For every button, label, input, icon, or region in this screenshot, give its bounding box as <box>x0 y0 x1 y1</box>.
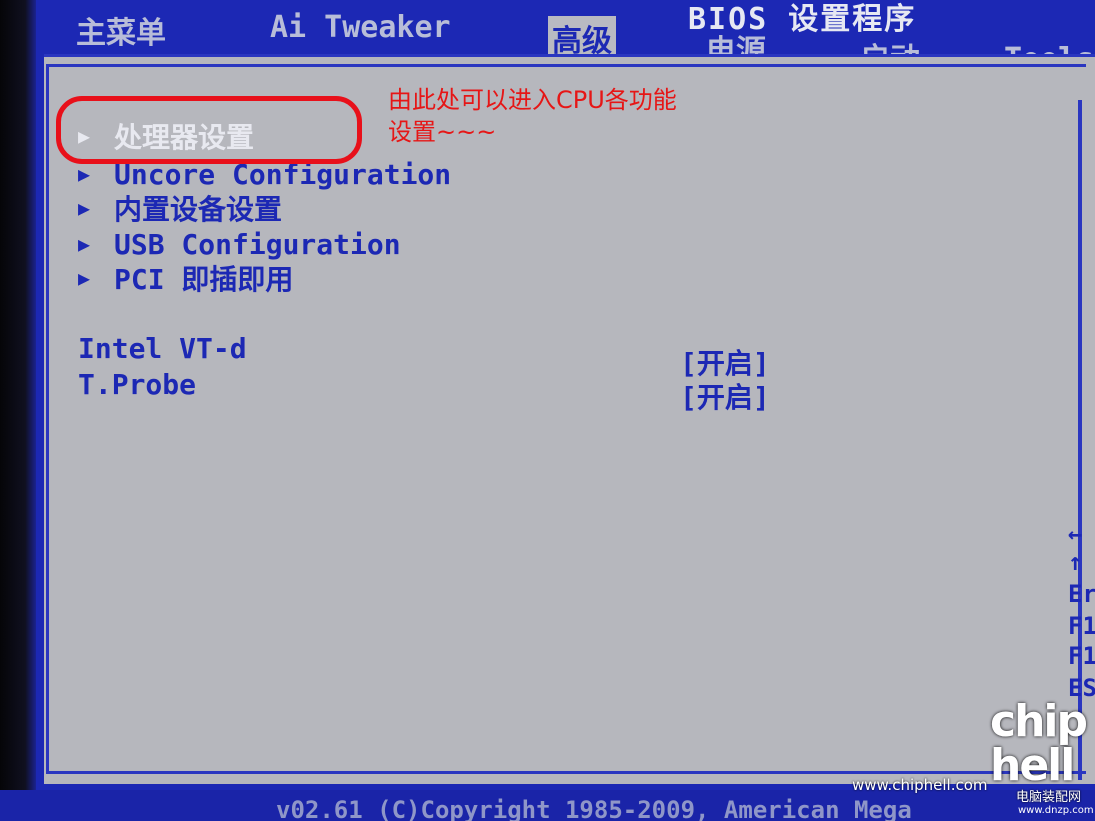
arrow-right-icon: ▶ <box>78 266 91 290</box>
tab-ai-tweaker[interactable]: Ai Tweaker <box>270 10 451 45</box>
arrow-right-icon: ▶ <box>78 196 91 220</box>
monitor-bezel <box>0 0 36 821</box>
watermark-logo: chip hell <box>990 696 1088 791</box>
menu-item-label: PCI 即插即用 <box>114 263 294 296</box>
help-key-left-arrow: ← <box>1068 520 1083 548</box>
annotation-line-1: 由此处可以进入CPU各功能 <box>388 86 677 114</box>
tab-main[interactable]: 主菜单 <box>76 8 166 52</box>
menu-item-usb-config[interactable]: ▶ USB Configuration <box>78 226 401 262</box>
setting-tprobe-label: T.Probe <box>78 368 197 401</box>
menu-item-label: 内置设备设置 <box>114 193 283 226</box>
menu-item-label: USB Configuration <box>114 227 401 261</box>
bios-screen: BIOS 设置程序 主菜单 Ai Tweaker 高级 电源 启动 Tools … <box>0 0 1095 821</box>
setting-tprobe-value[interactable]: [开启] <box>680 376 770 416</box>
menu-item-onboard-devices[interactable]: ▶ 内置设备设置 <box>78 190 282 226</box>
help-key-up-arrow: ↑ <box>1068 548 1083 576</box>
menu-item-pci-pnp[interactable]: ▶ PCI 即插即用 <box>78 260 293 296</box>
annotation-line-2: 设置~~~ <box>388 118 497 146</box>
setting-intel-vtd-label: Intel VT-d <box>78 332 247 365</box>
help-key-enter: Er <box>1068 580 1095 608</box>
copyright-footer: v02.61 (C)Copyright 1985-2009, American … <box>276 796 912 821</box>
help-key-f1: F1 <box>1068 612 1095 640</box>
watermark-dnzp-url: www.dnzp.com <box>1018 805 1094 816</box>
annotation-note: 由此处可以进入CPU各功能 设置~~~ <box>388 84 728 148</box>
help-key-f10: F1 <box>1068 642 1095 670</box>
watermark-dnzp: 电脑装配网 <box>1016 790 1082 805</box>
watermark-site: www.chiphell.com <box>852 776 988 794</box>
arrow-right-icon: ▶ <box>78 232 91 256</box>
red-highlight-circle <box>56 96 362 164</box>
arrow-right-icon: ▶ <box>78 162 91 186</box>
